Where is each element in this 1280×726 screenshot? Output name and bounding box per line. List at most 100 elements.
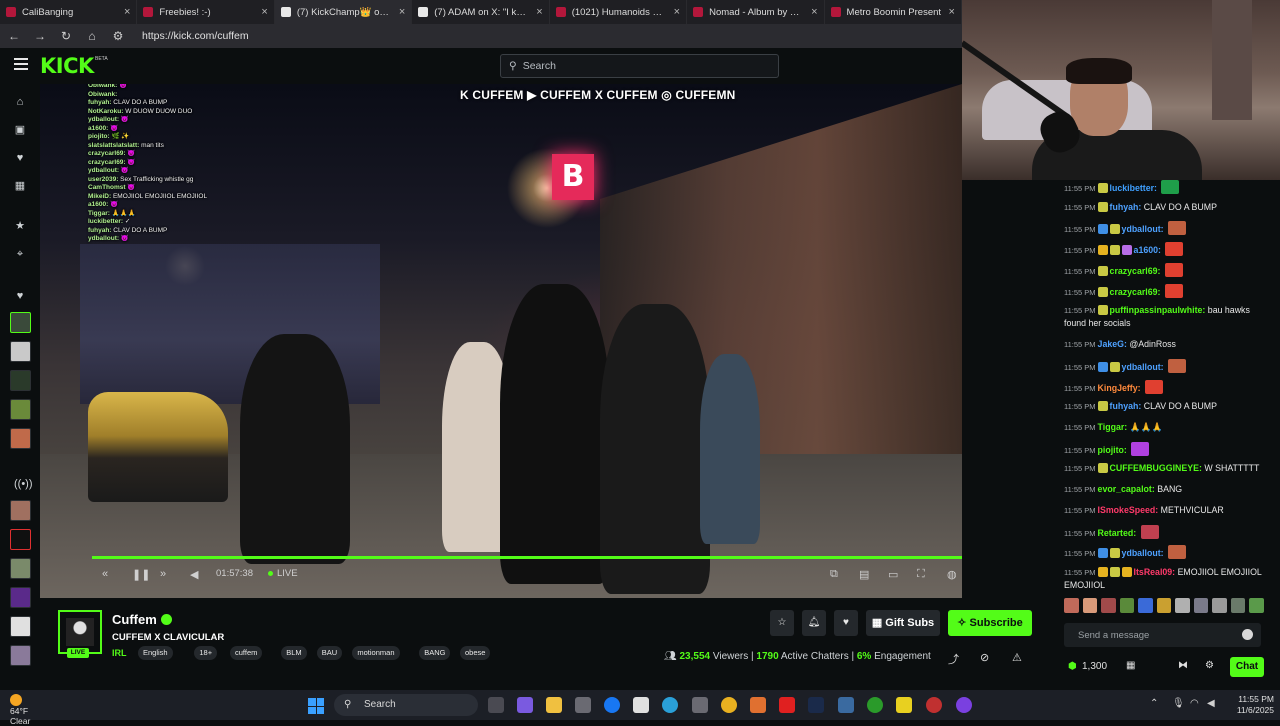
chat-message[interactable]: 11:55 PM evor_capalot: BANG <box>1064 483 1274 496</box>
channel-avatar[interactable] <box>10 399 31 420</box>
stream-tag[interactable]: 18+ <box>194 646 218 660</box>
browser-tab[interactable]: (1021) Humanoids Cost as N × <box>550 0 688 24</box>
url-field[interactable]: https://kick.com/cuffem <box>142 30 249 42</box>
edge-icon[interactable] <box>662 697 678 713</box>
wifi-icon[interactable]: ◠ <box>1190 698 1199 709</box>
mic-tray-icon[interactable]: 🎙︎ <box>1172 698 1185 709</box>
browser-tab[interactable]: (7) KickChamp👑 on X: "A s × <box>274 0 413 24</box>
browser-tab[interactable]: Metro Boomin Present × <box>825 0 962 24</box>
favorite-star-icon[interactable]: ☆ <box>770 610 794 636</box>
subscribe-button[interactable]: ✧ Subscribe <box>948 610 1032 636</box>
chat-message[interactable]: 11:55 PM KingJeffy: <box>1064 379 1274 395</box>
chat-message[interactable]: 11:55 PM ISmokeSpeed: METHVICULAR <box>1064 504 1274 517</box>
chat-username[interactable]: ItsReal09: <box>1134 567 1176 577</box>
reload-icon[interactable]: ↻ <box>60 29 72 43</box>
channel-avatar[interactable] <box>10 529 31 550</box>
channel-avatar[interactable] <box>10 341 31 362</box>
channel-avatar[interactable] <box>10 428 31 449</box>
menu-icon[interactable] <box>14 58 28 70</box>
site-info-icon[interactable]: ⚙ <box>112 29 124 43</box>
vlc-icon[interactable] <box>750 697 766 713</box>
channel-avatar[interactable] <box>10 370 31 391</box>
fullscreen-icon[interactable]: ⛶ <box>917 568 925 581</box>
chat-message[interactable]: 11:55 PM Tiggar: 🙏🙏🙏 <box>1064 421 1274 434</box>
tab-close-icon[interactable]: × <box>399 6 405 18</box>
chat-username[interactable]: crazycarl69: <box>1110 266 1161 276</box>
store-icon[interactable] <box>575 697 591 713</box>
taskbar-search[interactable]: ⚲ Search <box>334 694 478 716</box>
emote[interactable] <box>1212 598 1227 613</box>
emote[interactable] <box>1249 598 1265 613</box>
obs-icon[interactable] <box>956 697 972 713</box>
chat-message[interactable]: 11:55 PM puffinpassinpaulwhite: bau hawks… <box>1064 304 1274 329</box>
emote[interactable] <box>1138 598 1153 613</box>
channel-avatar[interactable] <box>10 616 31 637</box>
steam-icon[interactable] <box>808 697 824 713</box>
video-progress-bar[interactable] <box>92 556 962 559</box>
calendar-icon[interactable]: ▦ <box>1126 660 1135 671</box>
chat-username[interactable]: fuhyah: <box>1110 401 1142 411</box>
points-icon[interactable]: ⬢ <box>1068 661 1077 672</box>
hide-icon[interactable]: ⊘ <box>980 651 989 664</box>
report-icon[interactable]: ⚠ <box>1012 651 1022 664</box>
live-indicator[interactable]: LIVE <box>268 568 298 579</box>
channel-avatar[interactable] <box>10 312 31 333</box>
tab-close-icon[interactable]: × <box>261 6 267 18</box>
notification-bell-icon[interactable]: 🔔︎ <box>802 610 826 636</box>
chat-message[interactable]: 11:55 PM fuhyah: CLAV DO A BUMP <box>1064 400 1274 413</box>
emoji-icon[interactable] <box>1242 629 1253 640</box>
tray-chevron-icon[interactable]: ⌃ <box>1150 698 1158 709</box>
chat-message[interactable]: 11:55 PM JakeG: @AdinRoss <box>1064 338 1274 351</box>
streamer-name[interactable]: Cuffem <box>112 612 172 627</box>
video-player[interactable]: B K CUFFEM ▶ CUFFEM X CUFFEM ◎ CUFFEMN O… <box>40 84 962 598</box>
channel-avatar[interactable] <box>10 587 31 608</box>
chat-username[interactable]: piojito: <box>1098 445 1127 455</box>
speaker-icon[interactable]: ◀ <box>1207 698 1215 709</box>
share-icon[interactable]: ⤴ <box>948 651 959 667</box>
chat-username[interactable]: JakeG: <box>1098 339 1127 349</box>
tab-close-icon[interactable]: × <box>674 6 680 18</box>
browse-icon[interactable]: ▣ <box>14 124 26 136</box>
chat-username[interactable]: CUFFEMBUGGINEYE: <box>1110 463 1202 473</box>
app-icon[interactable] <box>838 697 854 713</box>
channel-avatar[interactable] <box>10 645 31 666</box>
weather-widget[interactable]: 64°F Clear <box>10 694 30 726</box>
stream-category[interactable]: IRL <box>112 648 127 658</box>
forward-icon[interactable]: » <box>160 568 166 580</box>
stream-tag[interactable]: obese <box>460 646 491 660</box>
chat-username[interactable]: ydballout: <box>1122 548 1164 558</box>
volume-icon[interactable]: ◀ <box>190 568 198 581</box>
chat-settings-icon[interactable]: ⚙ <box>1205 660 1214 671</box>
browser-tab[interactable]: Nomad - Album by DJ Snak × <box>687 0 825 24</box>
chat-username[interactable]: Tiggar: <box>1098 422 1128 432</box>
chat-message[interactable]: 11:55 PM ydballout: <box>1064 358 1274 374</box>
following-icon[interactable]: ♥ <box>14 152 26 164</box>
tab-close-icon[interactable]: × <box>949 6 955 18</box>
kick-logo[interactable]: KICK <box>40 54 94 78</box>
tab-close-icon[interactable]: × <box>124 6 130 18</box>
calculator-icon[interactable] <box>692 697 708 713</box>
home-icon[interactable]: ⌂ <box>14 96 26 108</box>
chat-message[interactable]: 11:55 PM crazycarl69: <box>1064 262 1274 278</box>
chat-message[interactable]: 11:55 PM ydballout: <box>1064 545 1274 560</box>
stream-tag[interactable]: BANG <box>419 646 451 660</box>
stream-tag[interactable]: English <box>138 646 173 660</box>
theater-icon[interactable]: ▤ <box>859 568 869 581</box>
chat-username[interactable]: a1600: <box>1134 245 1161 255</box>
chat-message[interactable]: 11:55 PM ydballout: <box>1064 221 1274 236</box>
bookmark-icon[interactable]: ⧓ <box>1178 660 1188 671</box>
emote[interactable] <box>1230 598 1246 613</box>
clip-icon[interactable]: ⧉ <box>830 568 838 581</box>
chat-username[interactable]: ydballout: <box>1122 362 1164 372</box>
favorites-icon[interactable]: ★ <box>14 220 26 232</box>
chat-username[interactable]: ydballout: <box>1122 224 1164 234</box>
chat-username[interactable]: evor_capalot: <box>1098 484 1155 494</box>
emote[interactable] <box>1193 598 1209 613</box>
xbox-icon[interactable] <box>867 697 883 713</box>
chat-message[interactable]: 11:55 PM ItsReal09: EMOJIIOL EMOJIIOL EMO… <box>1064 566 1274 590</box>
home-icon[interactable]: ⌂ <box>86 29 98 43</box>
facebook-icon[interactable] <box>604 697 620 713</box>
chat-message[interactable]: 11:55 PM CUFFEMBUGGINEYE: W SHATTTTT <box>1064 462 1274 475</box>
browser-tab[interactable]: (7) ADAM on X: "I knew pe × <box>412 0 550 24</box>
taskbar-clock[interactable]: 11:55 PM 11/6/2025 <box>1226 694 1274 716</box>
